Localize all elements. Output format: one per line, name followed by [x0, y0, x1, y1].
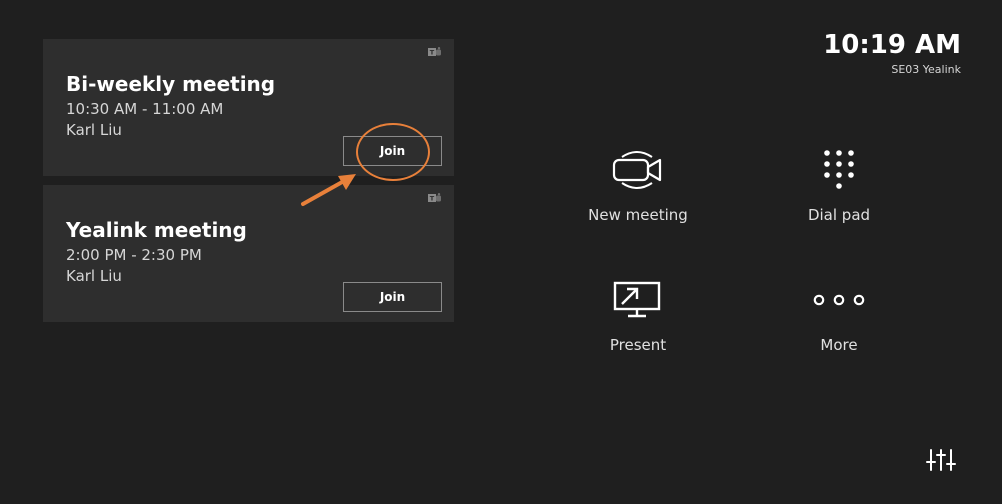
- meeting-organizer: Karl Liu: [66, 121, 122, 139]
- meeting-time: 10:30 AM - 11:00 AM: [66, 100, 224, 118]
- settings-button[interactable]: [926, 447, 956, 473]
- meeting-title: Bi-weekly meeting: [66, 72, 276, 96]
- more-dots-icon: [813, 294, 865, 306]
- dial-pad-label: Dial pad: [807, 206, 871, 224]
- join-button[interactable]: Join: [343, 136, 442, 166]
- svg-text:T: T: [430, 49, 435, 57]
- present-label: Present: [609, 336, 667, 354]
- room-name: SE03 Yealink: [891, 63, 961, 76]
- meeting-time: 2:00 PM - 2:30 PM: [66, 246, 202, 264]
- svg-text:T: T: [430, 195, 435, 203]
- meeting-title: Yealink meeting: [66, 218, 247, 242]
- new-meeting-label: New meeting: [588, 206, 688, 224]
- new-meeting-button[interactable]: New meeting: [563, 146, 713, 246]
- meeting-card[interactable]: T Yealink meeting 2:00 PM - 2:30 PM Karl…: [43, 185, 454, 322]
- meeting-card[interactable]: T Bi-weekly meeting 10:30 AM - 11:00 AM …: [43, 39, 454, 176]
- more-button[interactable]: More: [764, 276, 914, 376]
- teams-icon: T: [428, 193, 441, 203]
- present-screen-icon: [613, 281, 661, 318]
- join-button[interactable]: Join: [343, 282, 442, 312]
- teams-icon: T: [428, 47, 441, 57]
- present-button[interactable]: Present: [563, 276, 713, 376]
- meeting-organizer: Karl Liu: [66, 267, 122, 285]
- settings-sliders-icon: [926, 449, 956, 471]
- video-camera-icon: [612, 151, 662, 189]
- more-label: More: [820, 336, 858, 354]
- clock-time: 10:19 AM: [823, 30, 961, 60]
- dial-pad-button[interactable]: Dial pad: [764, 146, 914, 246]
- dial-pad-icon: [824, 150, 854, 189]
